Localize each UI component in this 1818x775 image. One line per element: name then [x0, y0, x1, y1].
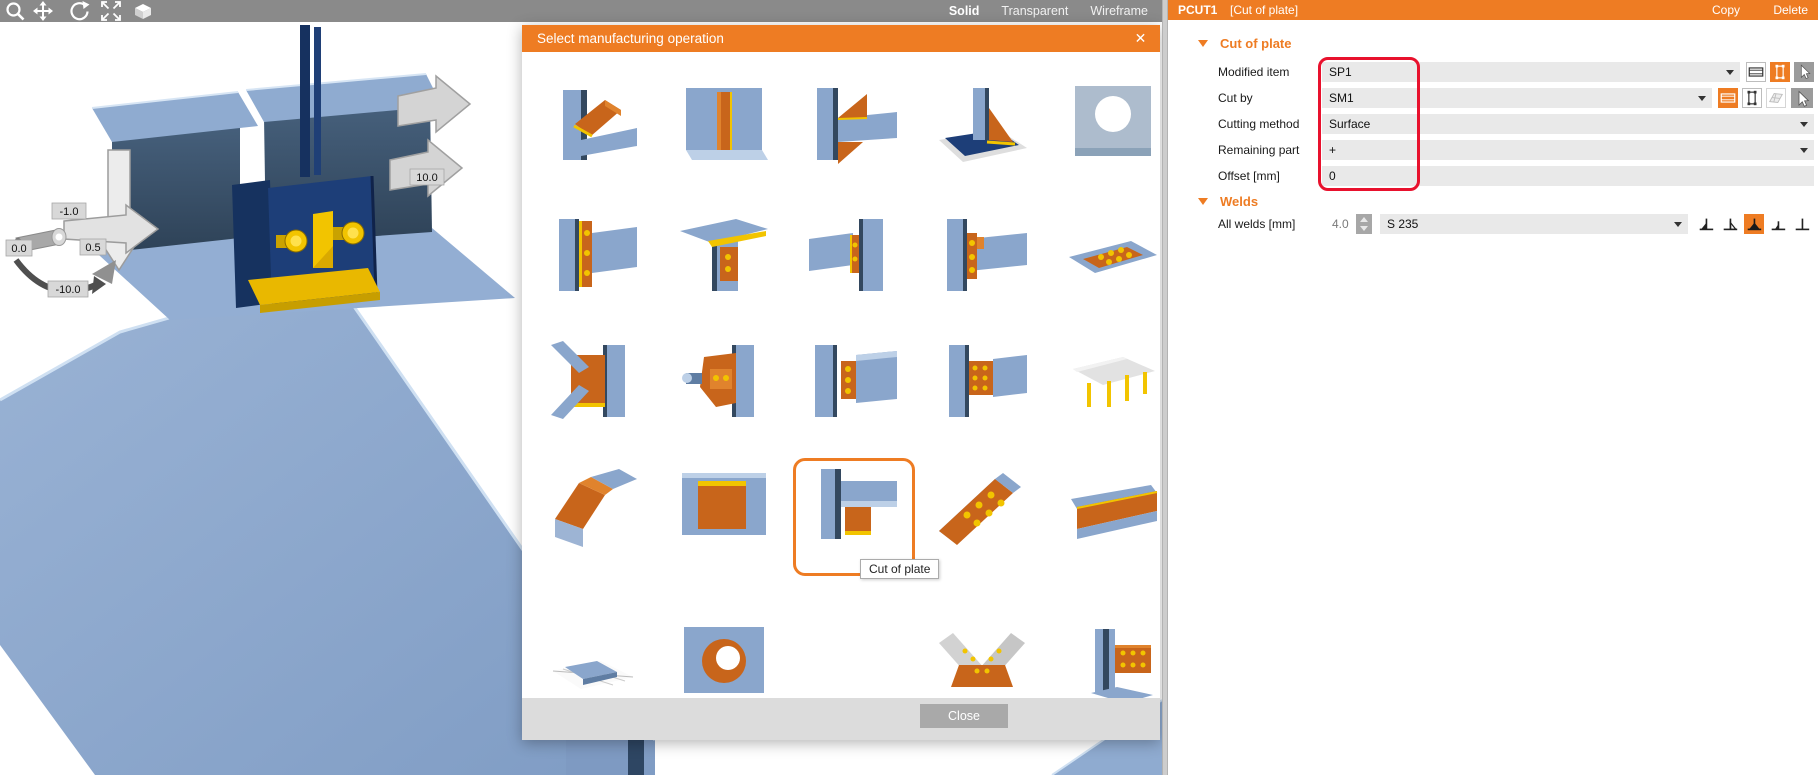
operation-grid — [522, 52, 1160, 717]
stepper-down-icon[interactable] — [1360, 226, 1368, 231]
copy-button[interactable]: Copy — [1712, 0, 1740, 20]
column-below-dialog — [566, 740, 628, 775]
field-label-offset: Offset [mm] — [1218, 169, 1280, 183]
operation-thumbnail-flange-splice-plate[interactable] — [678, 215, 770, 307]
operation-thumbnail-base-plate-bolted[interactable] — [1067, 215, 1159, 307]
application-window: -1.0 0.0 0.5 -10.0 10.0 Solid Transparen… — [0, 0, 1818, 775]
dimension-label[interactable]: -10.0 — [47, 280, 89, 298]
remaining-part-dropdown[interactable]: + — [1322, 140, 1814, 160]
select-operation-dialog: Select manufacturing operation ✕ Cut of … — [522, 25, 1160, 740]
close-icon[interactable]: ✕ — [1131, 29, 1150, 48]
dialog-header: Select manufacturing operation ✕ — [522, 25, 1160, 52]
splice-plate-edge — [300, 25, 310, 177]
dialog-title: Select manufacturing operation — [537, 31, 724, 46]
cursor-icon[interactable] — [1791, 88, 1813, 108]
operation-thumbnail-fin-cleat[interactable] — [807, 215, 899, 307]
cutting-method-dropdown[interactable]: Surface — [1322, 114, 1814, 134]
double-fillet-weld-icon[interactable] — [1744, 214, 1764, 234]
field-label-all-welds: All welds [mm] — [1218, 217, 1296, 231]
properties-panel: PCUT1 [Cut of plate] Copy Delete Cut of … — [1168, 0, 1818, 775]
operation-thumbnail-bolted-connection[interactable] — [937, 467, 1029, 559]
operation-thumbnail-widener[interactable] — [807, 84, 899, 176]
cut-by-dropdown[interactable]: SM1 — [1322, 88, 1712, 108]
field-label-remaining-part: Remaining part — [1218, 143, 1300, 157]
close-button[interactable]: Close — [920, 704, 1008, 728]
view-toolbar: Solid Transparent Wireframe — [0, 0, 1162, 22]
fillet-weld-left-icon[interactable] — [1696, 214, 1716, 234]
svg-text:0.5: 0.5 — [85, 242, 100, 254]
chevron-down-icon — [1726, 70, 1734, 75]
operation-thumbnail-gusset-plate[interactable] — [547, 341, 639, 433]
fillet-weld-right-icon[interactable] — [1720, 214, 1740, 234]
fit-view-icon[interactable] — [100, 0, 122, 22]
dimension-label[interactable]: -1.0 — [51, 202, 87, 220]
operation-tooltip: Cut of plate — [860, 559, 940, 579]
section-cut-of-plate[interactable]: Cut of plate — [1198, 34, 1292, 52]
field-label-cutting-method: Cutting method — [1218, 117, 1300, 131]
dimension-label[interactable]: 10.0 — [409, 168, 445, 186]
operation-thumbnail-splice-plates[interactable] — [937, 341, 1029, 433]
operation-thumbnail-stiffener[interactable] — [678, 84, 770, 176]
operation-type: [Cut of plate] — [1230, 3, 1299, 17]
operation-thumbnail-cut-of-tube[interactable] — [547, 467, 639, 559]
operation-thumbnail-rib[interactable] — [937, 84, 1029, 176]
dimension-label[interactable]: 0.5 — [79, 238, 107, 256]
operation-thumbnail-cut-of-plate[interactable] — [807, 467, 899, 559]
collapse-triangle-icon — [1198, 197, 1208, 205]
plate-icon[interactable] — [1742, 88, 1762, 108]
chevron-down-icon — [1800, 122, 1808, 127]
cursor-icon[interactable] — [1794, 62, 1814, 82]
view-mode-wireframe[interactable]: Wireframe — [1090, 4, 1148, 18]
offset-input[interactable]: 0 — [1322, 166, 1814, 186]
operation-thumbnail-end-plate[interactable] — [547, 215, 639, 307]
butt-weld-icon[interactable] — [1792, 214, 1812, 234]
svg-text:10.0: 10.0 — [416, 172, 437, 184]
operation-thumbnail-platform[interactable] — [1067, 341, 1159, 433]
weld-size-stepper[interactable] — [1356, 214, 1372, 234]
mesh-icon — [1766, 88, 1786, 108]
weld-material-dropdown[interactable]: S 235 — [1380, 214, 1688, 234]
dimension-label[interactable]: 0.0 — [5, 239, 33, 257]
svg-text:-1.0: -1.0 — [60, 206, 79, 218]
view-mode-solid[interactable]: Solid — [949, 4, 980, 18]
view-mode-group: Solid Transparent Wireframe — [949, 0, 1148, 22]
rotate-icon[interactable] — [68, 0, 90, 22]
field-label-cut-by: Cut by — [1218, 91, 1253, 105]
operation-thumbnail-opening[interactable] — [1067, 84, 1159, 176]
operation-thumbnail-fin-plate[interactable] — [807, 341, 899, 433]
zoom-icon[interactable] — [4, 0, 26, 22]
dialog-footer: Close — [522, 698, 1160, 740]
weld-size-value[interactable]: 4.0 — [1332, 214, 1349, 234]
svg-text:-10.0: -10.0 — [55, 284, 80, 296]
section-welds[interactable]: Welds — [1198, 192, 1258, 210]
operation-thumbnail-wide-plate[interactable] — [1067, 467, 1159, 559]
solid-box-icon[interactable] — [132, 0, 154, 22]
operation-thumbnail-cleat-bolted[interactable] — [937, 215, 1029, 307]
field-label-modified-item: Modified item — [1218, 65, 1290, 79]
splice-plate-edge2 — [314, 27, 321, 175]
operation-thumbnail-connecting-plate[interactable] — [678, 341, 770, 433]
pan-icon[interactable] — [32, 0, 54, 22]
chevron-down-icon — [1800, 148, 1808, 153]
beam-icon[interactable] — [1746, 62, 1766, 82]
beam-icon[interactable] — [1718, 88, 1738, 108]
plate-icon[interactable] — [1770, 62, 1790, 82]
operation-thumbnail-cut-of-beam[interactable] — [547, 84, 639, 176]
chevron-down-icon — [1698, 96, 1706, 101]
delete-button[interactable]: Delete — [1773, 0, 1808, 20]
operation-id: PCUT1 — [1178, 3, 1218, 17]
stepper-up-icon[interactable] — [1360, 217, 1368, 222]
collapse-triangle-icon — [1198, 39, 1208, 47]
view-mode-transparent[interactable]: Transparent — [1001, 4, 1068, 18]
modified-item-dropdown[interactable]: SP1 — [1322, 62, 1740, 82]
chevron-down-icon — [1674, 222, 1682, 227]
fillet-weld-small-icon[interactable] — [1768, 214, 1788, 234]
panel-header: PCUT1 [Cut of plate] Copy Delete — [1168, 0, 1818, 20]
svg-text:0.0: 0.0 — [11, 243, 26, 255]
operation-thumbnail-plate-cut[interactable] — [678, 467, 770, 559]
